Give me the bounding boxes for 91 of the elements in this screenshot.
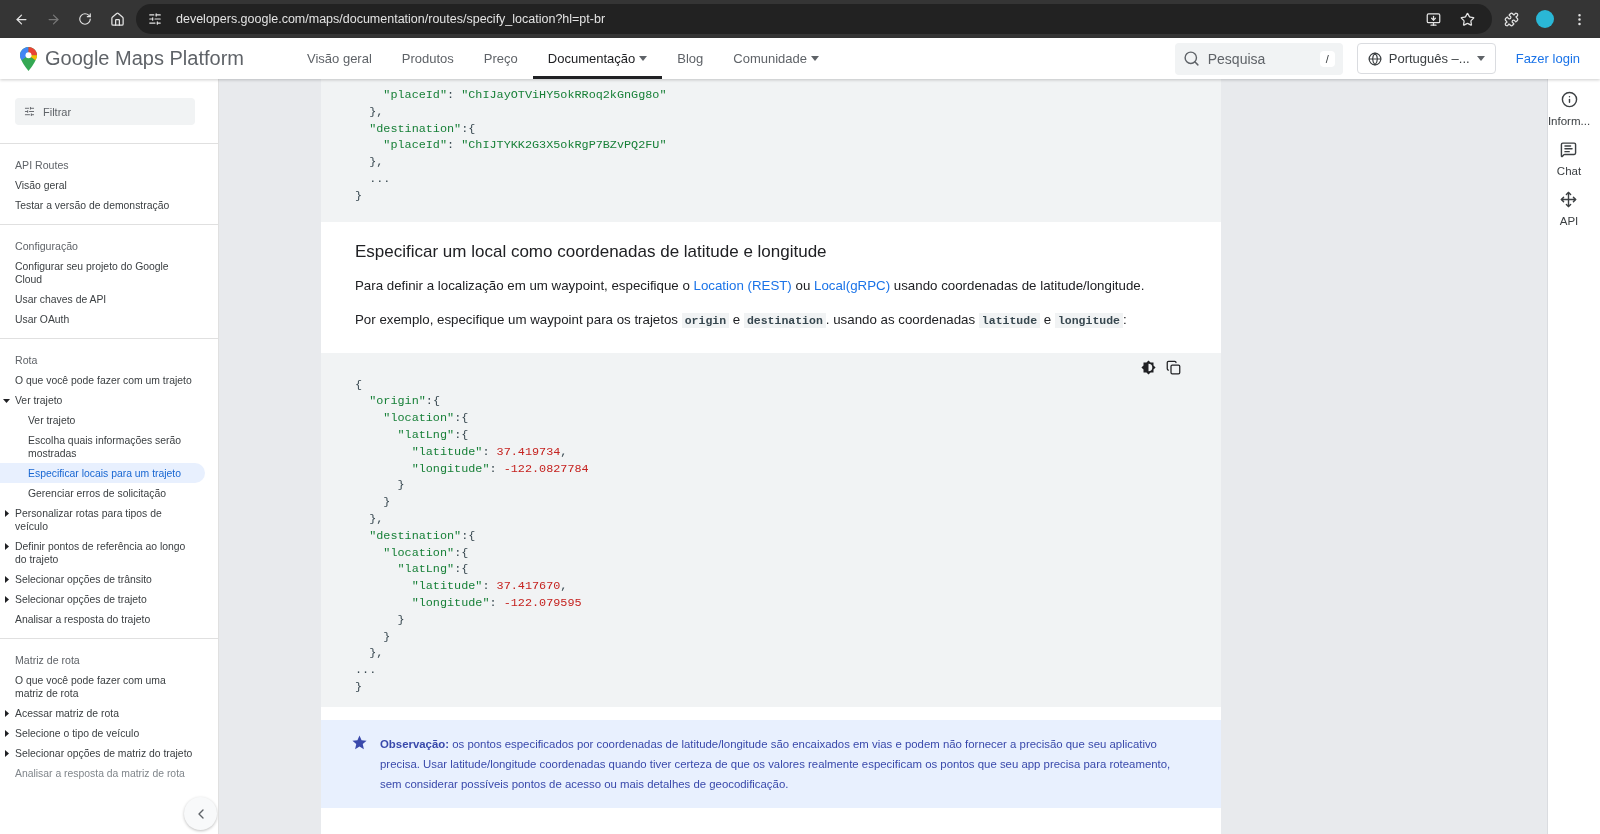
code-line: "placeId": "ChIJTYKK2G3X5okRgP7BZvPQ2FU" — [382, 137, 668, 155]
globe-icon — [1367, 51, 1382, 66]
code-line: "destination":{ — [368, 120, 477, 138]
doc-link[interactable]: Local(gRPC) — [814, 277, 891, 293]
code-line: } — [396, 477, 406, 495]
code-line: }, — [368, 103, 385, 121]
code-line: "latLng":{ — [396, 561, 470, 579]
code-line: "longitude": -122.079595 — [410, 594, 583, 612]
info-icon — [1560, 91, 1578, 108]
code-line: "location":{ — [382, 410, 470, 427]
sidebar-item[interactable]: Selecione o tipo de veículo — [0, 723, 205, 743]
paragraph: Por exemplo, especifique um waypoint para os trajetos origin e destination . usando as coordenadas latitude e longitude : — [355, 310, 1128, 330]
caret-right-icon — [3, 596, 10, 603]
sidebar-item[interactable]: Selecionar opções de matriz do trajeto — [0, 743, 205, 763]
code-line: "latLng":{ — [396, 426, 470, 444]
side-panel-button[interactable]: API — [1559, 191, 1579, 227]
sidebar-item[interactable]: O que você pode fazer com um trajeto — [0, 370, 205, 390]
side-panel-button[interactable]: Chat — [1556, 141, 1582, 177]
nav-tab[interactable]: Preço — [468, 38, 533, 79]
sidebar-item[interactable]: O que você pode fazer com uma matriz de rota — [0, 670, 205, 703]
caret-right-icon — [3, 730, 10, 737]
sidebar-item[interactable]: Testar a versão de demonstração — [0, 195, 205, 215]
language-selector[interactable]: Português –... — [1356, 43, 1496, 74]
address-bar[interactable]: developers.google.com/maps/documentation/routes/specify_location?hl=pt-br — [136, 4, 1492, 34]
code-line: }, — [368, 154, 385, 171]
code-line: }, — [368, 510, 385, 528]
caret-right-icon — [3, 576, 10, 583]
nav-tab[interactable]: Blog — [662, 38, 719, 79]
sidebar-item[interactable]: Selecionar opções de trânsito — [0, 569, 205, 589]
avatar[interactable] — [1536, 10, 1554, 28]
nav-tab[interactable]: Produtos — [386, 38, 469, 79]
sidebar-item[interactable]: Usar chaves de API — [0, 289, 205, 309]
code-line: ... — [368, 171, 392, 188]
sidebar-item[interactable]: Definir pontos de referência ao longo do trajeto — [0, 536, 205, 569]
sidebar-item[interactable]: Usar OAuth — [0, 309, 205, 329]
filter-icon — [24, 106, 35, 117]
login-link[interactable]: Fazer login — [1515, 51, 1580, 66]
caret-right-icon — [3, 543, 10, 550]
section-heading: Matriz de rota — [14, 653, 81, 668]
filter-field[interactable]: Filtrar — [15, 98, 195, 125]
sidebar-item[interactable]: Analisar a resposta do trajeto — [0, 609, 205, 629]
code-line: "destination":{ — [368, 527, 477, 545]
code-line: } — [382, 494, 392, 511]
caret-right-icon — [3, 750, 10, 757]
search-icon — [1182, 50, 1200, 67]
doc-link[interactable]: Location (REST) — [693, 277, 792, 293]
sidebar-item[interactable]: Selecionar opções de trajeto — [0, 589, 205, 609]
sidebar-item[interactable]: Ver trajeto — [0, 410, 205, 430]
code-line: "location":{ — [382, 544, 470, 562]
section-heading: API Routes — [14, 158, 70, 173]
sidebar-item[interactable]: Visão geral — [0, 175, 205, 195]
logo-text[interactable]: Google Maps Platform — [45, 47, 244, 70]
move-arrows-icon — [1560, 191, 1578, 208]
code-line: } — [355, 678, 364, 696]
code-line: "latitude": 37.419734, — [410, 443, 569, 461]
code-line: "latitude": 37.417670, — [410, 578, 569, 595]
note-text: Observação: os pontos especificados por coordenadas de latitude/longitude são encaixados em vias e podem não fornecer a precisão que seu aplicativo precisa. Usar latitude/longitude coordenadas quando tiver certeza de que os valores realmente especificam os pontos que seu app precisa para roteamento, sem considerar possíveis pontos de acesso ou mais detalhes de geocodificação. — [380, 736, 1172, 792]
code-line: }, — [368, 645, 385, 663]
paragraph: Para definir a localização em um waypoint, especifique o Location (REST) ou Local(gRPC) usando coordenadas de latitude/longitude. — [355, 276, 1146, 295]
code-line: ... — [355, 662, 378, 679]
nav-tab[interactable]: Visão geral — [292, 38, 387, 79]
sidebar-item[interactable]: Escolha quais informações serão mostradas — [0, 430, 205, 463]
search-field[interactable]: Pesquisa / — [1174, 42, 1343, 75]
sidebar-item[interactable]: Especificar locais para um trajeto — [0, 463, 205, 483]
section-heading: Rota — [14, 353, 39, 368]
sidebar-item[interactable]: Acessar matriz de rota — [0, 703, 205, 723]
code-line: "longitude": -122.0827784 — [410, 460, 590, 478]
code-line: } — [396, 611, 406, 629]
code-line: { — [355, 376, 364, 394]
star-icon — [351, 733, 368, 751]
caret-right-icon — [3, 710, 10, 717]
code-line: "origin":{ — [368, 393, 441, 411]
code-line: } — [355, 187, 364, 205]
code-line: "placeId": "ChIJayOTViHY5okRRoq2kGnGg8o" — [382, 87, 668, 104]
sidebar-item[interactable]: Personalizar rotas para tipos de veículo — [0, 503, 205, 536]
sidebar-item[interactable]: Gerenciar erros de solicitação — [0, 483, 205, 503]
brightness-icon[interactable] — [1141, 360, 1156, 376]
chat-icon — [1560, 141, 1578, 158]
caret-down-icon — [3, 397, 10, 404]
nav-tab[interactable]: Comunidade — [718, 38, 835, 79]
caret-icon — [1476, 56, 1485, 61]
copy-icon[interactable] — [1166, 360, 1181, 376]
map-pin-logo — [20, 46, 37, 71]
caret-right-icon — [3, 510, 10, 517]
section-title: Especificar um local como coordenadas de latitude e longitude — [355, 241, 828, 262]
side-panel-button[interactable]: Inform... — [1547, 91, 1591, 127]
sidebar-item[interactable]: Configurar seu projeto do Google Cloud — [0, 256, 205, 289]
code-line: } — [382, 628, 392, 646]
sidebar-item[interactable]: Ver trajeto — [0, 390, 205, 410]
shortcut-key: / — [1319, 50, 1335, 67]
section-heading: Configuração — [14, 239, 79, 254]
